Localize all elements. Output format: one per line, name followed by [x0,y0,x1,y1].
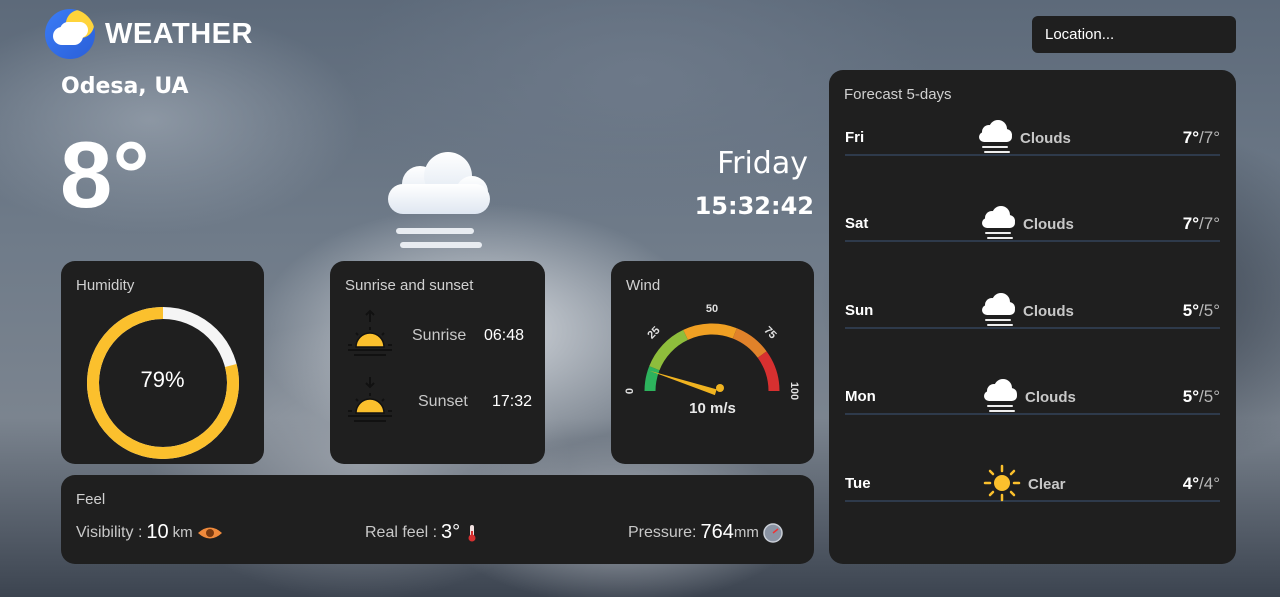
forecast-temperature: 4°/4° [1183,474,1220,494]
visibility-value: 10 [146,521,169,543]
humidity-card: Humidity 79% [61,261,264,464]
visibility-item: Visibility : 10 km [76,521,223,544]
sunrise-icon [348,309,392,356]
forecast-condition: Clear [1028,476,1066,493]
forecast-low: /7° [1199,128,1220,147]
forecast-card: Forecast 5-days Fri Clouds 7°/7° Sat Clou… [829,70,1236,564]
forecast-low: /7° [1199,214,1220,233]
clouds-fog-icon [388,152,490,248]
clouds-fog-icon [981,377,1019,419]
wind-card: Wind 0 25 50 75 100 10 m/s [611,261,814,464]
sunrise-row: Sunrise 06:48 [344,309,524,363]
wind-scale-label: 0 [624,388,636,394]
forecast-row: Fri Clouds 7°/7° [845,70,1220,156]
humidity-value: 79% [140,367,185,392]
clouds-fog-icon [979,291,1017,333]
real-feel-item: Real feel : 3° [365,521,480,544]
wind-needle [649,370,717,396]
forecast-day: Sat [845,215,869,232]
forecast-row: Tue Clear 4°/4° [845,416,1220,502]
thermometer-icon [468,524,476,541]
clouds-fog-icon [979,204,1017,246]
sunrise-time: 06:48 [484,327,525,344]
wind-speed: 10 m/s [689,400,736,417]
sunset-icon [348,377,392,422]
wind-scale-label: 25 [645,324,662,341]
feel-card: Feel Visibility : 10 km Real feel : 3° P… [61,475,814,564]
weather-logo-icon [45,9,95,59]
forecast-temperature: 5°/5° [1183,301,1220,321]
forecast-day: Fri [845,129,865,146]
location-search-input[interactable] [1032,16,1236,53]
forecast-day: Mon [845,388,876,405]
forecast-low: /5° [1199,387,1220,406]
city-name: Odesa, UA [61,74,189,99]
forecast-temperature: 7°/7° [1183,128,1220,148]
forecast-temperature: 5°/5° [1183,387,1220,407]
app-title: WEATHER [105,17,253,50]
current-day: Friday [717,146,808,181]
forecast-high: 5° [1182,301,1200,320]
eye-icon [197,527,222,538]
visibility-label: Visibility : [76,523,143,541]
forecast-high: 4° [1182,474,1200,493]
wind-gauge-segment [757,351,780,392]
wind-gauge: 0 25 50 75 100 [624,303,800,400]
wind-gauge-segment [732,328,767,358]
forecast-row: Sun Clouds 5°/5° [845,243,1220,329]
forecast-temperature: 7°/7° [1183,214,1220,234]
pressure-item: Pressure: 764 mm [628,521,783,544]
app-logo: WEATHER [45,9,253,59]
sun-icon [983,464,1021,506]
forecast-row: Mon Clouds 5°/5° [845,329,1220,415]
sunrise-label: Sunrise [412,327,467,344]
forecast-condition: Clouds [1025,389,1076,406]
wind-gauge-segment [649,329,689,371]
forecast-condition: Clouds [1020,130,1071,147]
forecast-row: Sat Clouds 7°/7° [845,156,1220,242]
wind-needle-hub [716,384,724,392]
forecast-low: /5° [1199,301,1220,320]
forecast-high: 7° [1182,214,1200,233]
sunrise-sunset-card: Sunrise and sunset Sunrise 06:48 Sunset … [330,261,545,464]
feel-title: Feel [76,491,106,508]
forecast-day: Tue [845,475,871,492]
forecast-low: /4° [1199,474,1220,493]
sunrise-sunset-title: Sunrise and sunset [345,277,474,294]
pressure-value: 764 [700,521,734,543]
clouds-fog-icon [976,118,1014,160]
pressure-label: Pressure: [628,523,697,541]
real-feel-label: Real feel : [365,523,438,541]
visibility-unit: km [172,524,193,541]
forecast-high: 7° [1182,128,1200,147]
real-feel-value: 3° [441,521,461,543]
wind-scale-label: 50 [706,303,718,315]
forecast-day: Sun [845,302,874,319]
pressure-unit: mm [733,524,759,541]
forecast-condition: Clouds [1023,303,1074,320]
humidity-title: Humidity [76,277,135,294]
sunset-time: 17:32 [492,393,533,410]
current-time: 15:32:42 [694,192,814,220]
wind-scale-label: 100 [788,382,800,400]
forecast-condition: Clouds [1023,216,1074,233]
current-temperature: 8° [60,122,150,227]
wind-scale-label: 75 [761,324,778,341]
wind-gauge-segment [683,323,737,340]
sunset-row: Sunset 17:32 [344,375,532,429]
forecast-high: 5° [1182,387,1200,406]
sunset-label: Sunset [418,393,468,410]
barometer-icon [763,522,783,543]
